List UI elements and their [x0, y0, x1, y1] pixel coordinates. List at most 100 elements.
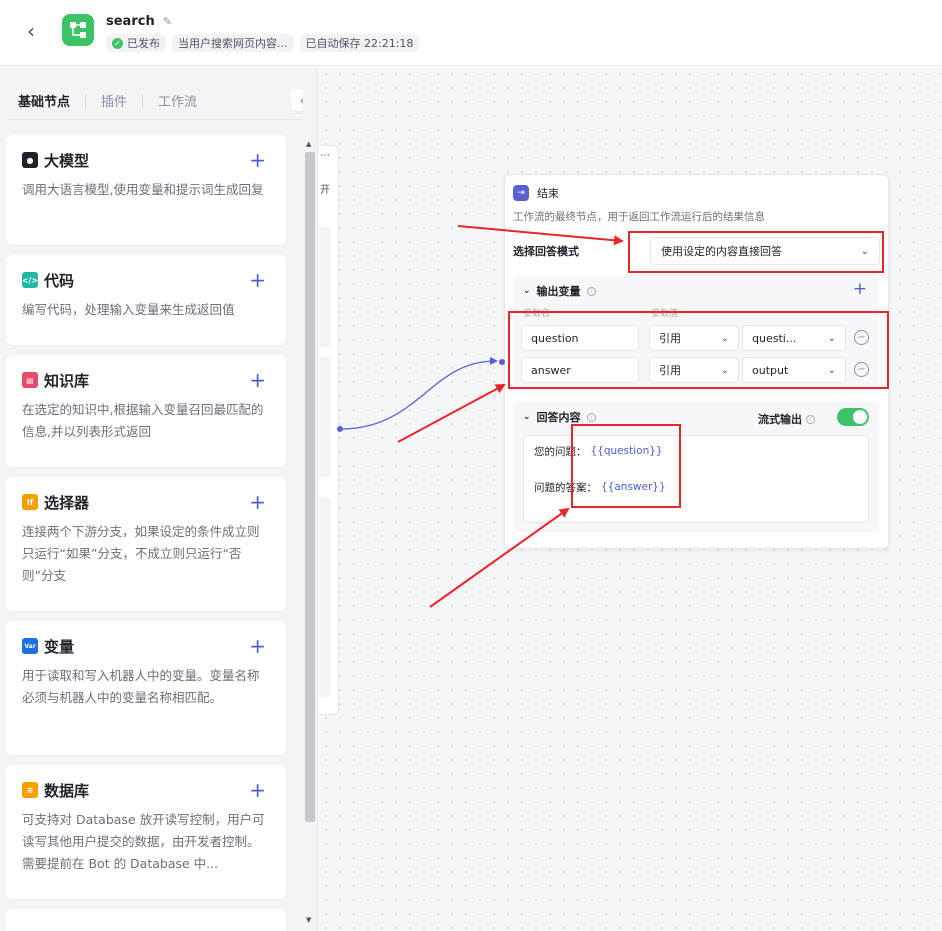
add-node-button[interactable]: +	[249, 780, 266, 800]
variable-reference: {{question}}	[590, 445, 663, 457]
edit-icon[interactable]: ✎	[163, 15, 172, 28]
previous-node-text: 开	[320, 185, 330, 196]
variable-value-text: questi...	[752, 331, 797, 345]
node-card-if[interactable]: If 选择器 + 连接两个下游分支，如果设定的条件成立则只运行“如果”分支，不成…	[6, 477, 286, 611]
database-icon: ≡	[22, 782, 38, 798]
scroll-up-icon[interactable]: ▲	[306, 140, 311, 148]
answer-content-section: ⌄ 回答内容 i 流式输出 i 您的问题： {{question}} 问题的答案…	[513, 401, 879, 532]
chevron-down-icon: ⌄	[523, 412, 531, 422]
remove-variable-button[interactable]: −	[854, 330, 869, 345]
tab-divider	[85, 93, 87, 108]
node-name: 选择器	[44, 493, 90, 512]
node-card-partial[interactable]	[6, 909, 286, 931]
workflow-logo-icon	[62, 14, 94, 46]
node-name: 大模型	[44, 151, 90, 170]
check-icon: ✓	[112, 37, 123, 49]
variable-type-value: 引用	[659, 332, 681, 345]
end-node-card[interactable]: ⇥ 结束 工作流的最终节点，用于返回工作流运行后的结果信息 选择回答模式 使用设…	[504, 174, 889, 549]
answer-section-title: 回答内容	[536, 411, 581, 424]
stream-output-label: 流式输出 i	[758, 411, 815, 427]
chevron-down-icon: ⌄	[827, 364, 836, 376]
variable-reference: {{answer}}	[601, 481, 666, 493]
var-icon: Var	[22, 638, 38, 654]
node-name: 代码	[44, 271, 75, 290]
info-icon: i	[586, 412, 596, 422]
answer-section-header[interactable]: ⌄ 回答内容 i	[523, 409, 596, 425]
output-variables-section: ⌄ 输出变量 i + 参数名 参数值 question 引用 ⌄ questi.…	[513, 275, 879, 390]
add-node-button[interactable]: +	[249, 270, 266, 290]
previous-node-section	[319, 357, 331, 477]
variable-name-input[interactable]: question	[521, 325, 639, 351]
column-header-value: 参数值	[651, 309, 679, 319]
variable-name-input[interactable]: answer	[521, 357, 639, 383]
answer-mode-select[interactable]: 使用设定的内容直接回答 ⌄	[650, 237, 880, 265]
output-section-title: 输出变量	[536, 285, 581, 298]
more-icon: ⋯	[320, 150, 330, 161]
previous-node-section	[319, 227, 331, 347]
variable-value-select[interactable]: questi... ⌄	[742, 325, 846, 351]
if-icon: If	[22, 494, 38, 510]
node-card-knowledge[interactable]: ▤ 知识库 + 在选定的知识中,根据输入变量召回最匹配的信息,并以列表形式返回	[6, 355, 286, 467]
workflow-canvas[interactable]: 开 ⋯ ⇥ 结束 工作流的最终节点，用于返回工作流运行后的结果信息 选择回答模式…	[319, 67, 942, 931]
variable-type-select[interactable]: 引用 ⌄	[649, 357, 739, 383]
add-variable-button[interactable]: +	[853, 279, 867, 299]
scrollbar-thumb[interactable]	[305, 152, 315, 822]
chevron-down-icon: ⌄	[860, 245, 869, 257]
workflow-title: search ✎	[106, 14, 172, 29]
status-badge: ✓ 已发布	[106, 34, 166, 52]
node-name: 变量	[44, 637, 75, 656]
node-name: 数据库	[44, 781, 90, 800]
sidebar-tabs: 基础节点 插件 工作流	[18, 91, 197, 110]
tab-basic-nodes[interactable]: 基础节点	[18, 91, 70, 110]
variable-name-value: question	[531, 331, 579, 345]
back-chevron-icon[interactable]: ‹	[20, 18, 42, 44]
workflow-name: search	[106, 14, 155, 29]
answer-line-label: 您的问题：	[534, 445, 587, 458]
node-description: 在选定的知识中,根据输入变量召回最匹配的信息,并以列表形式返回	[22, 402, 264, 439]
output-section-header[interactable]: ⌄ 输出变量 i	[523, 283, 596, 299]
end-node-header: ⇥ 结束	[513, 185, 559, 201]
info-icon: i	[806, 414, 815, 424]
variable-type-select[interactable]: 引用 ⌄	[649, 325, 739, 351]
add-node-button[interactable]: +	[249, 636, 266, 656]
node-card-llm[interactable]: ● 大模型 + 调用大语言模型,使用变量和提示词生成回复	[6, 135, 286, 245]
node-list: ● 大模型 + 调用大语言模型,使用变量和提示词生成回复 </> 代码 + 编写…	[6, 135, 286, 931]
node-card-code[interactable]: </> 代码 + 编写代码，处理输入变量来生成返回值	[6, 255, 286, 345]
code-icon: </>	[22, 272, 38, 288]
node-name: 知识库	[44, 371, 90, 390]
remove-variable-button[interactable]: −	[854, 362, 869, 377]
tab-plugins[interactable]: 插件	[101, 91, 127, 110]
node-description: 连接两个下游分支，如果设定的条件成立则只运行“如果”分支，不成立则只运行“否则”…	[22, 524, 260, 583]
stream-output-text: 流式输出	[758, 413, 802, 426]
answer-line: 您的问题： {{question}}	[534, 442, 858, 460]
llm-icon: ●	[22, 152, 38, 168]
answer-mode-label: 选择回答模式	[513, 245, 579, 258]
end-node-title: 结束	[537, 187, 559, 200]
tab-divider	[142, 93, 144, 108]
tab-workflows[interactable]: 工作流	[158, 91, 197, 110]
node-sidebar: 基础节点 插件 工作流 ‹ ● 大模型 + 调用大语言模型,使用变量和提示词生成…	[0, 67, 318, 931]
end-node-description: 工作流的最终节点，用于返回工作流运行后的结果信息	[513, 211, 765, 223]
autosave-status: 已自动保存 22:21:18	[299, 34, 420, 52]
add-node-button[interactable]: +	[249, 150, 266, 170]
variable-row: answer 引用 ⌄ output ⌄ −	[521, 357, 869, 383]
node-card-variable[interactable]: Var 变量 + 用于读取和写入机器人中的变量。变量名称必须与机器人中的变量名称…	[6, 621, 286, 755]
add-node-button[interactable]: +	[249, 492, 266, 512]
answer-content-editor[interactable]: 您的问题： {{question}} 问题的答案： {{answer}}	[523, 435, 869, 523]
tabs-divider	[8, 119, 303, 120]
meta-row: ✓ 已发布 当用户搜索网页内容... 已自动保存 22:21:18	[106, 34, 420, 52]
variable-type-value: 引用	[659, 364, 681, 377]
chevron-down-icon: ⌄	[720, 364, 729, 376]
top-header: ‹ search ✎ ✓ 已发布 当用户搜索网页内容... 已自动保存 22:2…	[0, 0, 942, 66]
knowledge-icon: ▤	[22, 372, 38, 388]
column-header-name: 参数名	[523, 309, 551, 319]
add-node-button[interactable]: +	[249, 370, 266, 390]
previous-node-section	[319, 497, 331, 697]
variable-value-select[interactable]: output ⌄	[742, 357, 846, 383]
variable-value-text: output	[752, 363, 789, 377]
stream-output-toggle[interactable]	[837, 408, 869, 426]
answer-mode-value: 使用设定的内容直接回答	[661, 245, 782, 258]
node-card-database[interactable]: ≡ 数据库 + 可支持对 Database 放开读写控制，用户可读写其他用户提交…	[6, 765, 286, 899]
scroll-down-icon[interactable]: ▼	[306, 916, 311, 924]
chevron-down-icon: ⌄	[720, 332, 729, 344]
